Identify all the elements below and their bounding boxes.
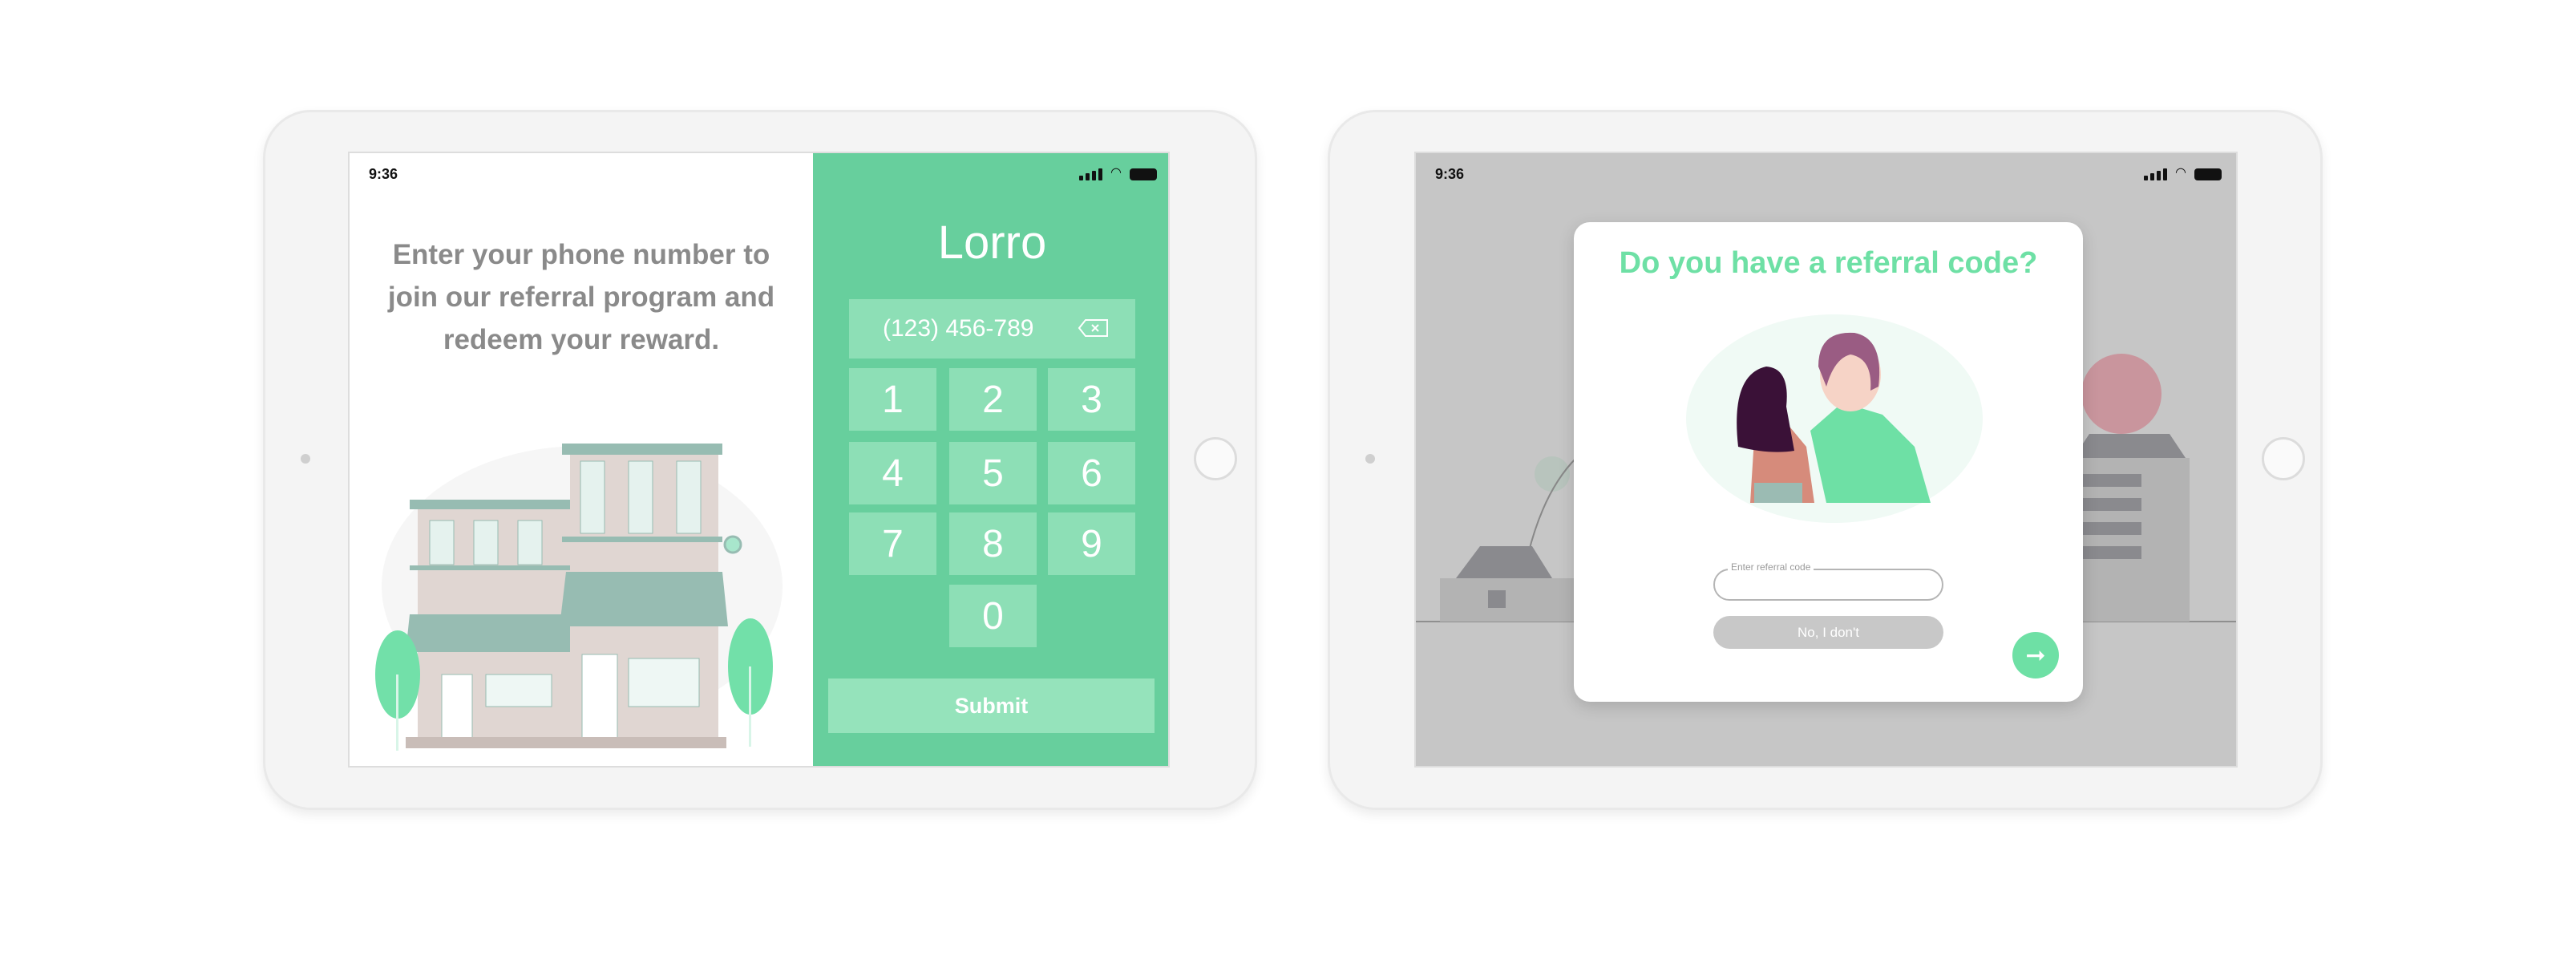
- key-4[interactable]: 4: [849, 442, 936, 504]
- next-button[interactable]: ➞: [2012, 632, 2059, 679]
- home-button[interactable]: [2262, 437, 2305, 480]
- intro-line: redeem your reward.: [443, 324, 720, 355]
- referral-code-input[interactable]: Enter referral code: [1713, 561, 1943, 601]
- whisper-illustration: [1686, 314, 1983, 523]
- phone-number-field[interactable]: (123) 456-789: [849, 299, 1135, 358]
- key-6[interactable]: 6: [1048, 442, 1135, 504]
- referral-screen: 9:36 ◠ Do you have a referral code? Ente…: [1414, 152, 2238, 768]
- battery-icon: [1130, 168, 1157, 180]
- key-7[interactable]: 7: [849, 512, 936, 575]
- submit-button[interactable]: Submit: [828, 679, 1155, 733]
- key-0[interactable]: 0: [949, 585, 1037, 647]
- home-button[interactable]: [1194, 437, 1237, 480]
- intro-line: join our referral program and: [387, 282, 775, 313]
- intro-line: Enter your phone number to: [392, 239, 770, 270]
- signal-icon: [1079, 168, 1103, 180]
- storefront-illustration: [375, 444, 783, 751]
- no-referral-button[interactable]: No, I don't: [1713, 616, 1943, 649]
- status-time: 9:36: [369, 166, 398, 182]
- camera-dot: [301, 454, 310, 464]
- status-icons: ◠: [1079, 164, 1157, 180]
- intro-text: Enter your phone number to join our refe…: [350, 233, 813, 361]
- camera-dot: [1365, 454, 1375, 464]
- keypad-panel: ◠ Lorro (123) 456-789 1 2 3 4 5 6 7 8 9 …: [813, 153, 1168, 766]
- key-8[interactable]: 8: [949, 512, 1037, 575]
- wifi-icon: ◠: [1110, 166, 1122, 180]
- referral-code-label: Enter referral code: [1728, 561, 1814, 573]
- key-1[interactable]: 1: [849, 368, 936, 431]
- backspace-icon[interactable]: [1078, 318, 1110, 338]
- key-3[interactable]: 3: [1048, 368, 1135, 431]
- phone-entry-screen: 9:36 Enter your phone number to join our…: [348, 152, 1170, 768]
- arrow-right-icon: ➞: [2025, 642, 2046, 669]
- key-5[interactable]: 5: [949, 442, 1037, 504]
- key-9[interactable]: 9: [1048, 512, 1135, 575]
- key-2[interactable]: 2: [949, 368, 1037, 431]
- phone-number-value: (123) 456-789: [883, 315, 1034, 342]
- referral-modal: Do you have a referral code? Enter refer…: [1574, 222, 2083, 702]
- modal-title: Do you have a referral code?: [1619, 246, 2038, 280]
- brand-title: Lorro: [937, 217, 1047, 269]
